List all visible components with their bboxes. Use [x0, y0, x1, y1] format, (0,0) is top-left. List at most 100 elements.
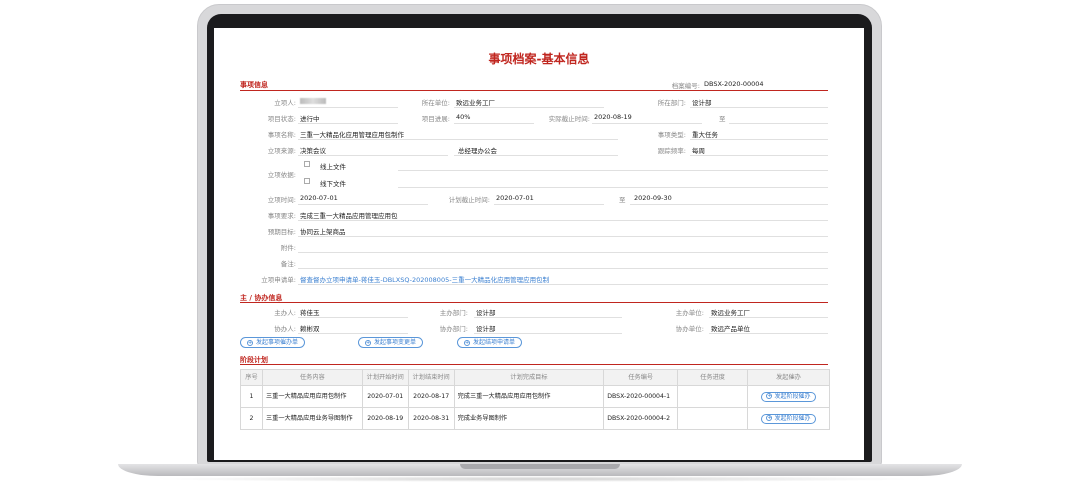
cell-no: 1 — [240, 385, 263, 408]
change-button[interactable]: + 发起事项变更单 — [358, 337, 424, 348]
main-unit-label: 主办单位: — [675, 309, 704, 317]
stage-urge-button[interactable]: + 发起阶段催办 — [761, 413, 816, 424]
plan-table: 序号 任务内容 计划开始时间 计划结束时间 计划完成目标 任务编号 任务进度 发… — [240, 369, 830, 430]
laptop-screen: 事项档案-基本信息 事项信息 档案编号: DBSX-2020-00004 立项人… — [214, 28, 864, 460]
urge-button[interactable]: + 发起事项催办单 — [240, 337, 306, 348]
cell-action: + 发起阶段催办 — [747, 385, 830, 408]
cell-content: 三重一大精品应用应用包制作 — [261, 385, 363, 408]
unit-label: 所在单位: — [421, 99, 450, 107]
plus-circle-icon: + — [766, 415, 773, 421]
cell-start: 2020-07-01 — [361, 385, 409, 408]
main-person-label: 主办人: — [274, 309, 296, 317]
th-end: 计划结束时间 — [407, 369, 455, 386]
archive-no-label: 档案编号: — [671, 82, 700, 90]
attach-label: 附件: — [280, 244, 296, 252]
page-title: 事项档案-基本信息 — [488, 52, 590, 66]
freq-label: 跟踪频率: — [657, 147, 686, 155]
dept-label: 所在部门: — [657, 99, 686, 107]
main-unit-value: 致远业务工厂 — [711, 309, 750, 317]
cell-end: 2020-08-31 — [407, 407, 455, 430]
main-person-value: 蒋佳玉 — [300, 309, 320, 317]
to-label-2: 至 — [619, 196, 626, 204]
th-content: 任务内容 — [261, 369, 363, 386]
cell-no: 2 — [240, 407, 263, 430]
th-code: 任务编号 — [603, 369, 679, 386]
cell-content: 三重一大精品应用业务导图制作 — [261, 407, 363, 430]
type-value: 重大任务 — [692, 131, 718, 139]
basis-label: 立项依据: — [267, 171, 296, 179]
req-label: 事项要求: — [267, 212, 296, 220]
th-progress: 任务进度 — [677, 369, 748, 386]
main-dept-value: 设计部 — [476, 309, 496, 317]
goal-label: 预期目标: — [267, 228, 296, 236]
status-label: 项目状态: — [267, 115, 296, 123]
start-value: 2020-07-01 — [300, 194, 338, 202]
plan-end-value-2: 2020-09-30 — [634, 194, 672, 202]
name-value: 三重一大精品化应用管理应用包制作 — [300, 131, 404, 139]
cell-code: DBSX-2020-00004-2 — [603, 407, 679, 430]
section-divider — [240, 364, 828, 365]
co-person-label: 协办人: — [274, 325, 296, 333]
apply-link[interactable]: 督查督办立项申请单-蒋佳玉-DBLXSQ-202008005-三重一大精品化应用… — [300, 274, 549, 284]
creator-value — [300, 97, 326, 105]
basis-offline-label: 线下文件 — [320, 180, 346, 188]
basis-online-label: 线上文件 — [320, 163, 346, 171]
source-label: 立项来源: — [267, 147, 296, 155]
source-extra-value: 总经理办公会 — [458, 147, 497, 155]
basis-offline-checkbox[interactable] — [304, 178, 310, 184]
status-value: 进行中 — [300, 115, 320, 123]
main-dept-label: 主办部门: — [439, 309, 468, 317]
plus-circle-icon: + — [247, 339, 253, 346]
co-person-value: 赖彬双 — [300, 325, 320, 333]
laptop-mockup: 事项档案-基本信息 事项信息 档案编号: DBSX-2020-00004 立项人… — [0, 0, 1080, 485]
source-value: 决策会议 — [300, 147, 326, 155]
co-dept-label: 协办部门: — [439, 325, 468, 333]
laptop-shadow — [150, 476, 930, 482]
table-header-row: 序号 任务内容 计划开始时间 计划结束时间 计划完成目标 任务编号 任务进度 发… — [240, 369, 830, 386]
section-divider — [240, 90, 828, 91]
th-goal: 计划完成目标 — [453, 369, 605, 386]
name-label: 事项名称: — [267, 131, 296, 139]
progress-label: 项目进展: — [421, 115, 450, 123]
table-row: 2 三重一大精品应用业务导图制作 2020-08-19 2020-08-31 完… — [240, 407, 830, 430]
plus-circle-icon: + — [365, 339, 371, 346]
unit-value: 致远业务工厂 — [456, 99, 495, 107]
cell-progress — [677, 385, 748, 408]
req-value: 完成三重一大精品应用管理应用包 — [300, 212, 398, 220]
basis-online-checkbox[interactable] — [304, 161, 310, 167]
section-divider — [240, 302, 828, 303]
remark-label: 备注: — [280, 260, 296, 268]
plus-circle-icon: + — [766, 393, 773, 399]
apply-label: 立项申请单: — [261, 276, 296, 284]
cell-goal: 完成业务导图制作 — [453, 407, 605, 430]
start-label: 立项时间: — [267, 196, 296, 204]
progress-value: 40% — [456, 113, 471, 121]
cell-progress — [677, 407, 748, 430]
type-label: 事项类型: — [657, 131, 686, 139]
stage-urge-button[interactable]: + 发起阶段催办 — [761, 391, 816, 402]
plan-end-value: 2020-07-01 — [496, 194, 534, 202]
section-title-item-info: 事项信息 — [240, 81, 268, 89]
th-action: 发起催办 — [747, 369, 830, 386]
cell-goal: 完成三重一大精品应用应用包制作 — [453, 385, 605, 408]
cell-end: 2020-08-17 — [407, 385, 455, 408]
co-dept-value: 设计部 — [476, 325, 496, 333]
th-no: 序号 — [240, 369, 263, 386]
cell-code: DBSX-2020-00004-1 — [603, 385, 679, 408]
freq-value: 每周 — [692, 147, 705, 155]
laptop-notch — [460, 464, 620, 469]
plus-circle-icon: + — [464, 339, 470, 346]
actual-end-label: 实际截止时间: — [548, 115, 590, 123]
co-unit-label: 协办单位: — [675, 325, 704, 333]
dept-value: 设计部 — [692, 99, 712, 107]
cell-start: 2020-08-19 — [361, 407, 409, 430]
close-apply-button[interactable]: + 发起结项申请单 — [457, 337, 523, 348]
goal-value: 协同云上架商品 — [300, 228, 346, 236]
item-archive-page: 事项档案-基本信息 事项信息 档案编号: DBSX-2020-00004 立项人… — [214, 28, 864, 460]
plan-end-label: 计划截止时间: — [448, 196, 490, 204]
co-unit-value: 致远产品单位 — [711, 325, 750, 333]
to-label: 至 — [719, 115, 726, 123]
actual-end-value: 2020-08-19 — [594, 113, 632, 121]
creator-label: 立项人: — [274, 99, 296, 107]
redacted-name — [300, 98, 326, 104]
